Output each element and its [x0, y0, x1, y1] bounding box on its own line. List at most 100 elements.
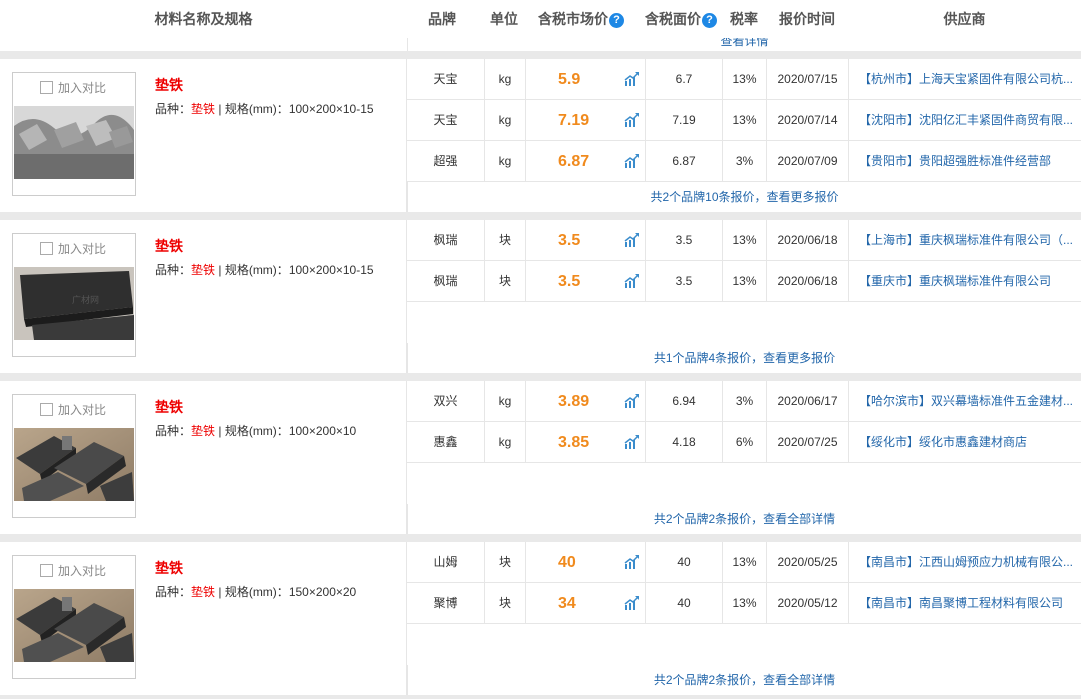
product-spec: 品种：垫铁 | 规格(mm)：100×200×10 [155, 422, 356, 439]
quote-supplier-link[interactable]: 【重庆市】重庆枫瑞标准件有限公司 [848, 261, 1081, 302]
quote-brand: 超强 [433, 154, 458, 168]
price-trend-icon[interactable] [624, 554, 640, 570]
separator [0, 534, 1081, 542]
price-trend-icon[interactable] [624, 112, 640, 128]
price-trend-icon[interactable] [624, 153, 640, 169]
col-header-unit: 单位 [490, 11, 518, 27]
quote-brand: 惠鑫 [433, 435, 458, 449]
price-trend-icon[interactable] [624, 595, 640, 611]
previous-item-link-row: 查看详情 [407, 38, 1081, 51]
product-spec: 品种：垫铁 | 规格(mm)：100×200×10-15 [155, 100, 374, 117]
quote-brand: 枫瑞 [433, 233, 458, 247]
product-block: 加入对比 垫铁 品种：垫铁 | 规格(mm)：150×200×20 山姆块 40 40 13… [0, 542, 1081, 695]
quote-supplier-link[interactable]: 【上海市】重庆枫瑞标准件有限公司（... [848, 220, 1081, 261]
spec-variety-label: 品种： [155, 102, 192, 116]
product-card[interactable]: 加入对比 广材网 [12, 233, 136, 357]
product-card[interactable]: 加入对比 [12, 555, 136, 679]
price-trend-icon[interactable] [624, 434, 640, 450]
quote-row: 聚博块 34 40 13% 2020/05/12 【南昌市】南昌聚博工程材料有限公司 [407, 583, 1081, 624]
quote-supplier-link[interactable]: 【沈阳市】沈阳亿汇丰紧固件商贸有限... [848, 100, 1081, 141]
quote-supplier-link[interactable]: 【南昌市】南昌聚博工程材料有限公司 [848, 583, 1081, 624]
quote-unit: kg [484, 381, 525, 422]
product-card[interactable]: 加入对比 [12, 72, 136, 196]
help-icon[interactable]: ? [702, 13, 717, 28]
quote-face-price: 4.18 [645, 422, 722, 463]
quote-tax-rate: 13% [722, 59, 766, 100]
quote-supplier-link[interactable]: 【南昌市】江西山姆预应力机械有限公... [848, 542, 1081, 583]
col-header-brand: 品牌 [428, 11, 456, 27]
product-info: 加入对比 垫铁 品种：垫铁 | 规格(mm)：100×200×10 [0, 381, 407, 534]
product-name-link[interactable]: 垫铁 [155, 75, 183, 95]
svg-text:广材网: 广材网 [72, 294, 99, 306]
quote-date: 2020/07/14 [766, 100, 848, 141]
spec-variety[interactable]: 垫铁 [191, 102, 215, 116]
view-details-link[interactable]: 查看详情 [408, 38, 1081, 49]
product-name-link[interactable]: 垫铁 [155, 236, 183, 256]
spec-size: 150×200×20 [288, 585, 357, 599]
compare-checkbox[interactable] [40, 403, 53, 416]
more-quotes-link[interactable]: 共2个品牌2条报价，查看全部详情 [407, 665, 1081, 695]
spec-size-label: | 规格(mm)： [215, 585, 289, 599]
quote-unit: kg [484, 422, 525, 463]
add-compare-toggle[interactable]: 加入对比 [40, 402, 106, 418]
spec-variety[interactable]: 垫铁 [191, 263, 215, 277]
more-quotes-link[interactable]: 共1个品牌4条报价，查看更多报价 [407, 343, 1081, 373]
quote-brand: 天宝 [433, 113, 458, 127]
help-icon[interactable]: ? [609, 13, 624, 28]
spec-variety[interactable]: 垫铁 [191, 585, 215, 599]
add-compare-toggle[interactable]: 加入对比 [40, 80, 106, 96]
quote-supplier-link[interactable]: 【哈尔滨市】双兴幕墙标准件五金建材... [848, 381, 1081, 422]
col-header-name: 材料名称及规格 [154, 11, 253, 27]
quote-unit: 块 [484, 583, 525, 624]
more-quotes-link[interactable]: 共2个品牌10条报价，查看更多报价 [407, 182, 1081, 212]
price-trend-icon[interactable] [624, 71, 640, 87]
quote-tax-rate: 13% [722, 261, 766, 302]
product-spec: 品种：垫铁 | 规格(mm)：100×200×10-15 [155, 261, 374, 278]
quote-face-price: 3.5 [645, 261, 722, 302]
product-info: 加入对比 垫铁 品种：垫铁 | 规格(mm)：150×200×20 [0, 542, 407, 695]
quote-face-price: 40 [645, 542, 722, 583]
quote-supplier-link[interactable]: 【杭州市】上海天宝紧固件有限公司杭... [848, 59, 1081, 100]
product-block: 加入对比 垫铁 品种：垫铁 | 规格(mm)：100×200×10-15 天宝 kg 5.… [0, 59, 1081, 212]
compare-checkbox[interactable] [40, 81, 53, 94]
quote-row: 双兴 kg 3.89 6.94 3% 2020/06/17 【哈尔滨市】双兴幕墙标准件五金建… [407, 381, 1081, 422]
product-image[interactable] [14, 106, 134, 179]
product-image[interactable] [14, 589, 134, 662]
quote-tax-rate: 13% [722, 100, 766, 141]
spec-variety[interactable]: 垫铁 [191, 424, 215, 438]
quote-date: 2020/06/18 [766, 261, 848, 302]
quote-supplier-link[interactable]: 【贵阳市】贵阳超强胜标准件经营部 [848, 141, 1081, 182]
col-header-face-price-label: 含税面价 [645, 11, 701, 27]
quote-unit: kg [484, 100, 525, 141]
product-info: 加入对比 垫铁 品种：垫铁 | 规格(mm)：100×200×10-15 [0, 59, 407, 212]
col-header-face-price: 含税面价? [636, 0, 726, 38]
quote-face-price: 6.87 [645, 141, 722, 182]
quote-tax-rate: 3% [722, 141, 766, 182]
product-name-link[interactable]: 垫铁 [155, 397, 183, 417]
compare-checkbox[interactable] [40, 564, 53, 577]
product-image[interactable]: 广材网 [14, 267, 134, 340]
separator [0, 212, 1081, 220]
quote-unit: 块 [484, 261, 525, 302]
quote-tax-rate: 13% [722, 542, 766, 583]
price-trend-icon[interactable] [624, 393, 640, 409]
add-compare-toggle[interactable]: 加入对比 [40, 563, 106, 579]
product-image[interactable] [14, 428, 134, 501]
price-trend-icon[interactable] [624, 273, 640, 289]
add-compare-toggle[interactable]: 加入对比 [40, 241, 106, 257]
more-quotes-link[interactable]: 共2个品牌2条报价，查看全部详情 [407, 504, 1081, 534]
compare-checkbox[interactable] [40, 242, 53, 255]
quote-brand: 双兴 [433, 394, 458, 408]
price-trend-icon[interactable] [624, 232, 640, 248]
product-info: 加入对比 广材网 垫铁 品种：垫铁 | 规格(mm)：100×200×10-15 [0, 220, 407, 373]
compare-label: 加入对比 [58, 242, 107, 256]
spec-variety-label: 品种： [155, 424, 192, 438]
product-spec: 品种：垫铁 | 规格(mm)：150×200×20 [155, 583, 356, 600]
col-header-supplier: 供应商 [943, 11, 986, 27]
spec-size-label: | 规格(mm)： [215, 424, 289, 438]
quote-supplier-link[interactable]: 【绥化市】绥化市惠鑫建材商店 [848, 422, 1081, 463]
quote-row: 枫瑞块 3.5 3.5 13% 2020/06/18 【上海市】重庆枫瑞标准件有限公司（.… [407, 220, 1081, 261]
product-card[interactable]: 加入对比 [12, 394, 136, 518]
quote-brand: 聚博 [433, 596, 458, 610]
product-name-link[interactable]: 垫铁 [155, 558, 183, 578]
